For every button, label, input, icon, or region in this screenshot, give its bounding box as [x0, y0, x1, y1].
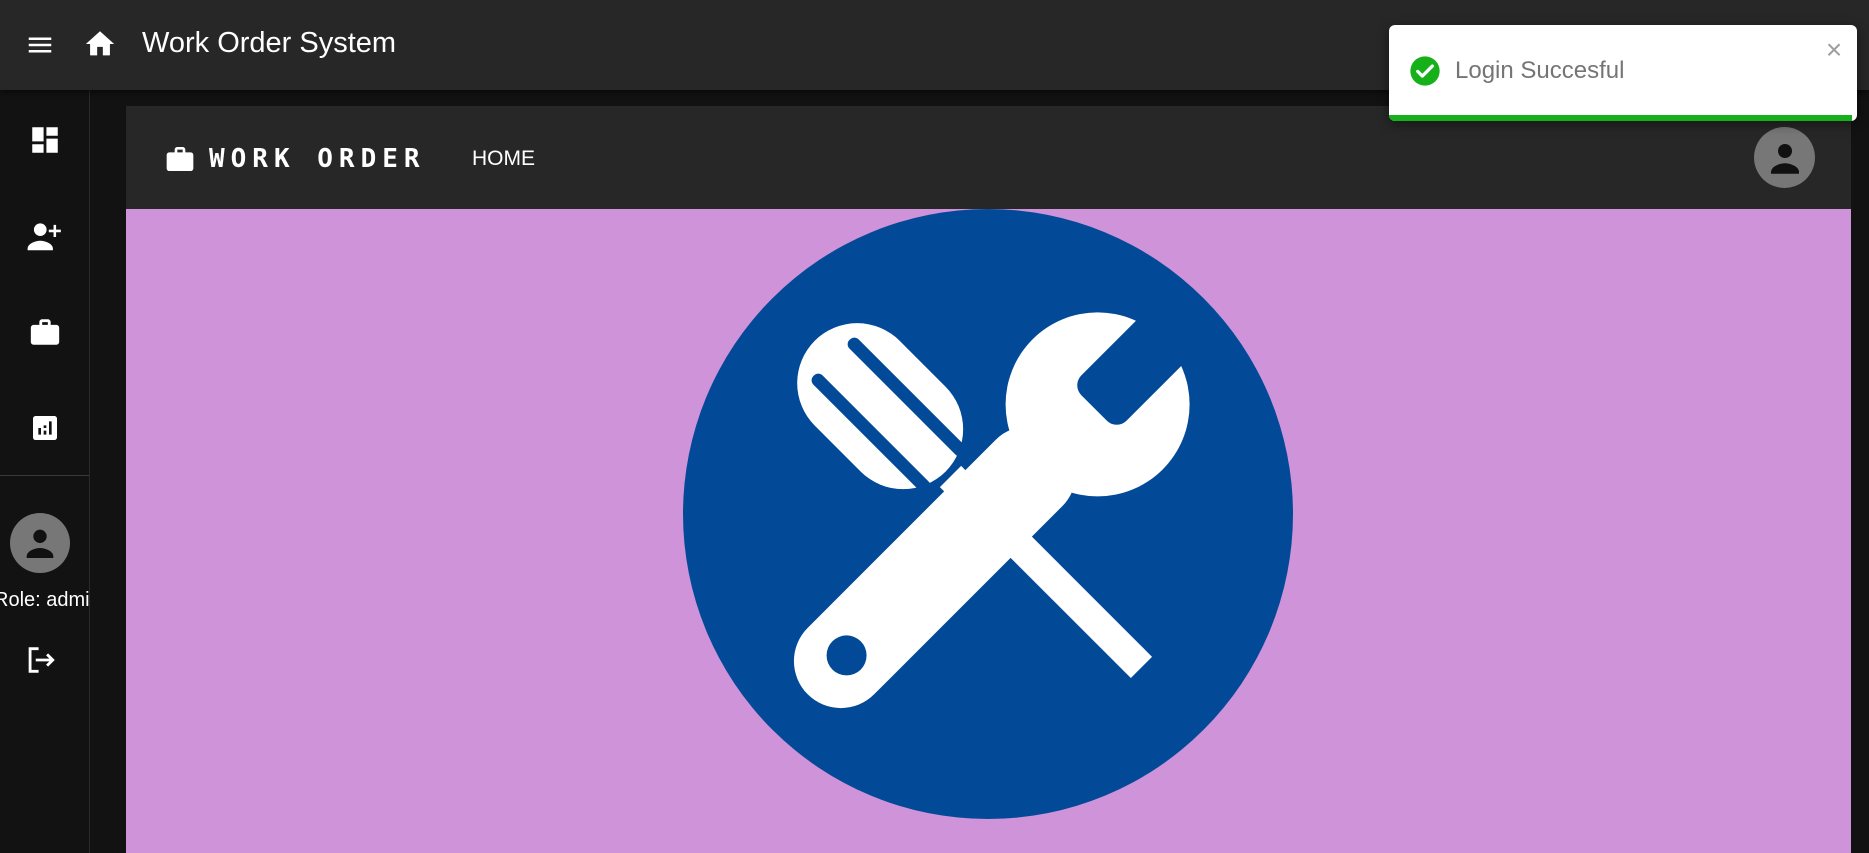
- sidebar-item-add-user[interactable]: [0, 206, 89, 266]
- brand-icon-wrap: [163, 142, 197, 176]
- sidebar-item-work-orders[interactable]: [0, 302, 89, 362]
- toast-progress-bar: [1389, 115, 1852, 121]
- nav-link-home[interactable]: HOME: [462, 142, 545, 176]
- dashboard-icon: [31, 127, 58, 153]
- brand-title: WORK ORDER: [209, 144, 426, 174]
- person-add-icon: [27, 223, 61, 251]
- menu-button[interactable]: [22, 27, 58, 63]
- briefcase-icon: [30, 319, 59, 345]
- toast-close-button[interactable]: ×: [1819, 34, 1849, 65]
- toast-notification: Login Succesful ×: [1389, 25, 1857, 121]
- check-circle-icon: [1410, 56, 1440, 86]
- account-icon: [26, 529, 54, 558]
- profile-button[interactable]: [1754, 127, 1815, 188]
- analytics-icon: [32, 416, 57, 440]
- menu-icon: [28, 37, 52, 53]
- avatar: [10, 513, 70, 573]
- main-content: WORK ORDER HOME: [126, 106, 1851, 853]
- wrench-screwdriver-icon: [683, 209, 1293, 819]
- sidebar-divider: [0, 475, 89, 476]
- sidebar-item-reports[interactable]: [0, 398, 89, 458]
- header-toolbar: WORK ORDER HOME: [126, 106, 1851, 209]
- briefcase-icon: [166, 147, 194, 171]
- sidebar-item-dashboard[interactable]: [0, 110, 89, 170]
- role-label: Role: admin: [0, 589, 90, 611]
- logout-icon: [28, 647, 55, 673]
- logout-button[interactable]: [18, 638, 62, 682]
- home-button[interactable]: [80, 24, 120, 64]
- hero-banner: [126, 209, 1851, 853]
- account-icon: [1770, 143, 1799, 174]
- toast-message: Login Succesful: [1455, 57, 1625, 84]
- sidebar: Role: admin: [0, 90, 90, 853]
- app-title: Work Order System: [142, 27, 397, 59]
- home-icon: [85, 31, 115, 56]
